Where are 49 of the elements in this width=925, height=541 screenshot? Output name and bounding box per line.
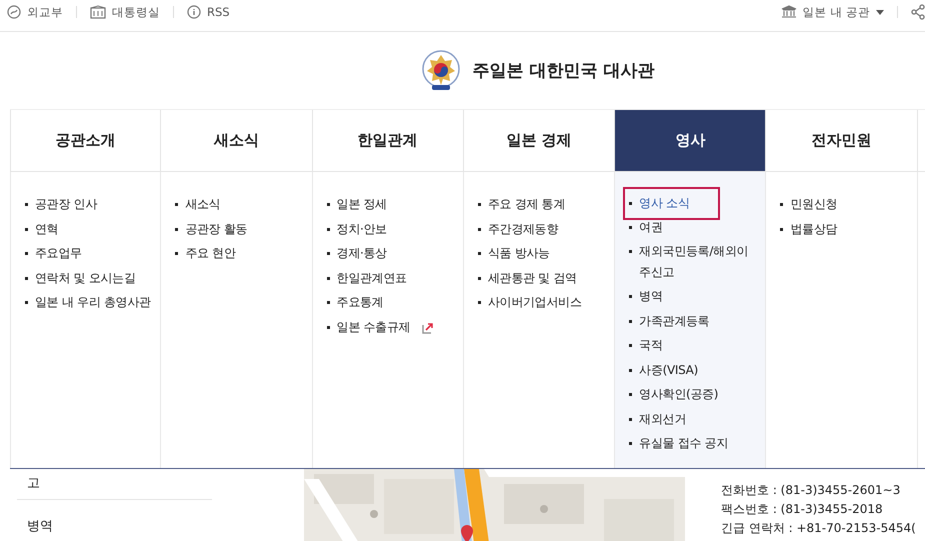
contact-info: 팩스번호 : (81-3)3455-2018: [721, 501, 884, 518]
submenu-link[interactable]: 병역: [627, 284, 671, 308]
submenu-link[interactable]: 재외선거: [627, 406, 694, 431]
submenu-link[interactable]: 사증(VISA): [627, 358, 706, 382]
contact-info: 전화번호 : (81-3)3455-2601~3: [721, 482, 902, 499]
top-link[interactable]: 외교부: [7, 4, 63, 20]
submenu-link[interactable]: 세관통관 및 검역: [476, 266, 585, 290]
share-icon[interactable]: [911, 4, 925, 20]
submenu-link[interactable]: 한일관계연표: [324, 266, 415, 290]
top-link[interactable]: RSS: [187, 5, 230, 19]
submenu-link[interactable]: 연락처 및 오시는길: [23, 266, 144, 290]
submenu-link[interactable]: 주요 현안: [173, 241, 244, 266]
submenu-link[interactable]: 공관장 활동: [173, 216, 256, 241]
side-menu-item[interactable]: 병역: [17, 500, 212, 541]
nav-tab[interactable]: 영사: [615, 110, 766, 171]
submenu-link[interactable]: 법률상담: [778, 216, 846, 241]
contact-info: 긴급 연락처 : +81-70-2153-5454(: [721, 520, 916, 537]
submenu-link[interactable]: 주요 경제 통계: [476, 192, 574, 216]
submenu-link[interactable]: 일본 내 우리 총영사관: [23, 290, 159, 314]
nav-tab[interactable]: 공관소개: [10, 110, 162, 171]
site-title[interactable]: 주일본 대한민국 대사관: [472, 59, 654, 82]
emblem-icon: [420, 48, 461, 92]
submenu-link[interactable]: 식품 방사능: [476, 241, 558, 266]
mission-dropdown[interactable]: 일본 내 공관: [780, 4, 884, 20]
caret-icon: [876, 10, 884, 14]
submenu-link[interactable]: 재외국민등록/해외이주신고: [627, 239, 764, 284]
submenu-link[interactable]: 주요통계: [324, 290, 392, 314]
submenu-link[interactable]: 일본 정세: [324, 192, 395, 216]
submenu-link[interactable]: 유실물 접수 공지: [627, 431, 736, 456]
building-icon: [90, 5, 106, 19]
submenu-link[interactable]: 정치·안보: [324, 216, 395, 241]
submenu-link[interactable]: 주간경제동향: [476, 216, 566, 241]
submenu-link[interactable]: 새소식: [173, 192, 228, 216]
submenu-link[interactable]: 민원신청: [778, 192, 846, 216]
side-menu-item[interactable]: 고: [17, 469, 212, 500]
submenu-link[interactable]: 경제·통상: [324, 241, 395, 266]
top-link[interactable]: 대통령실: [90, 4, 160, 20]
submenu-link[interactable]: 영사 소식: [623, 187, 720, 220]
submenu-link[interactable]: 국적: [627, 333, 671, 358]
ministry-icon: [7, 5, 21, 19]
submenu-link[interactable]: 사이버기업서비스: [476, 290, 590, 314]
submenu-link[interactable]: 영사확인(공증): [627, 382, 726, 406]
submenu-link[interactable]: 연혁: [23, 216, 66, 241]
submenu-link[interactable]: 주요업무: [23, 241, 90, 266]
submenu-link[interactable]: 가족관계등록: [627, 308, 718, 333]
embassy-icon: [780, 5, 797, 19]
submenu-link[interactable]: 공관장 인사: [23, 192, 106, 216]
info-icon: [187, 5, 201, 19]
submenu-link[interactable]: 일본 수출규제: [324, 314, 442, 339]
